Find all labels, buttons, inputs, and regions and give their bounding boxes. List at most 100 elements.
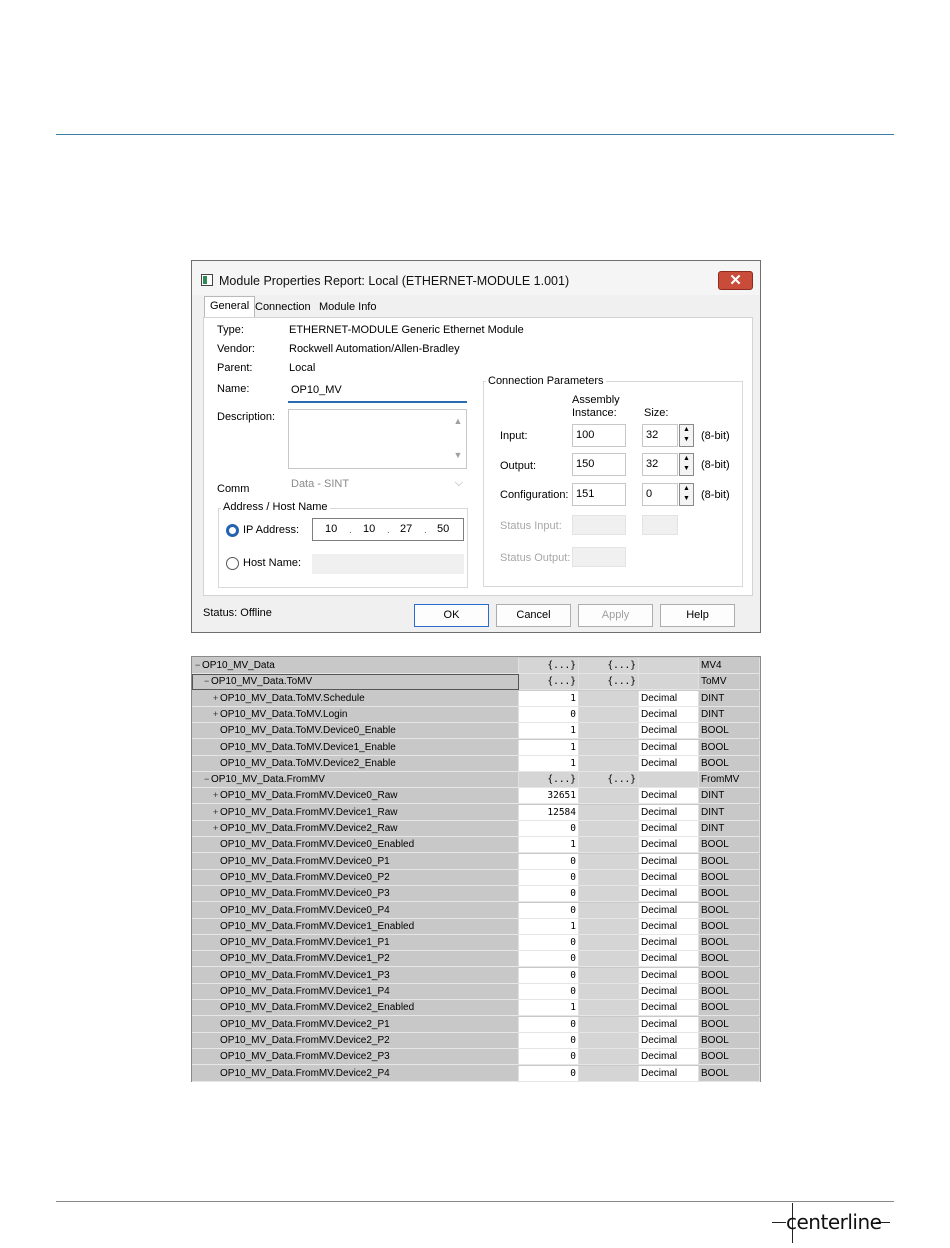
tag-name-cell[interactable]: − OP10_MV_Data.ToMV [192,674,519,691]
tag-style-cell[interactable]: Decimal [639,821,699,837]
ip-octet-1[interactable]: 10 [325,523,337,535]
tag-force-cell[interactable] [579,984,639,1000]
tag-row[interactable]: OP10_MV_Data.FromMV.Device0_P2 0 Decimal BO… [192,869,760,886]
tag-style-cell[interactable]: Decimal [639,1049,699,1066]
tag-value-cell[interactable]: 0 [519,869,579,886]
tag-value-cell[interactable]: {...} [519,674,579,691]
tag-value-cell[interactable]: {...} [519,772,579,789]
tag-force-cell[interactable]: {...} [579,772,639,789]
tag-value-cell[interactable]: 1 [519,755,579,772]
tag-row[interactable]: + OP10_MV_Data.ToMV.Schedule 1 Decimal DINT [192,690,760,707]
tag-row[interactable]: OP10_MV_Data.ToMV.Device2_Enable 1 Decimal… [192,755,760,772]
configuration-instance-field[interactable]: 151 [572,483,626,506]
tag-style-cell[interactable]: Decimal [639,837,699,854]
tag-value-cell[interactable]: 1 [519,739,579,756]
tag-row[interactable]: OP10_MV_Data.FromMV.Device2_P1 0 Decimal BO… [192,1016,760,1033]
tag-value-cell[interactable]: 0 [519,984,579,1000]
tag-value-cell[interactable]: 1 [519,918,579,935]
tag-style-cell[interactable]: Decimal [639,723,699,740]
tag-value-cell[interactable]: 0 [519,935,579,952]
tag-force-cell[interactable]: {...} [579,674,639,691]
tag-name-cell[interactable]: OP10_MV_Data.ToMV.Device2_Enable [192,755,519,772]
collapse-icon[interactable]: − [204,674,211,689]
tab-general[interactable]: General [204,296,256,318]
collapse-icon[interactable]: − [195,658,202,673]
ip-octet-2[interactable]: 10 [363,523,375,535]
tag-force-cell[interactable] [579,739,639,756]
tag-force-cell[interactable] [579,1016,639,1033]
tag-name-cell[interactable]: OP10_MV_Data.FromMV.Device0_P2 [192,869,519,886]
tag-force-cell[interactable] [579,902,639,919]
comm-format-select[interactable]: Data - SINT ⌵ [288,476,467,494]
tag-value-cell[interactable]: 0 [519,967,579,984]
tag-row[interactable]: OP10_MV_Data.FromMV.Device0_P3 0 Decimal BO… [192,886,760,903]
input-size-spinner[interactable]: ▲ ▼ [679,424,694,447]
tag-value-cell[interactable]: 0 [519,902,579,919]
tag-value-cell[interactable]: 1 [519,1000,579,1017]
tag-row[interactable]: OP10_MV_Data.FromMV.Device1_Enabled 1 Deci… [192,918,760,935]
tag-value-cell[interactable]: 0 [519,1032,579,1049]
tag-force-cell[interactable] [579,967,639,984]
tag-name-cell[interactable]: + OP10_MV_Data.FromMV.Device1_Raw [192,804,519,821]
expand-icon[interactable]: + [213,691,220,706]
tag-row[interactable]: OP10_MV_Data.FromMV.Device2_P2 0 Decimal BO… [192,1032,760,1049]
help-button[interactable]: Help [660,604,735,627]
host-name-radio[interactable] [226,557,239,570]
input-instance-field[interactable]: 100 [572,424,626,447]
tag-force-cell[interactable] [579,821,639,837]
ip-octet-3[interactable]: 27 [400,523,412,535]
tag-force-cell[interactable] [579,837,639,854]
tag-style-cell[interactable]: Decimal [639,1065,699,1082]
tag-name-cell[interactable]: OP10_MV_Data.FromMV.Device1_Enabled [192,918,519,935]
tag-force-cell[interactable] [579,706,639,723]
ok-button[interactable]: OK [414,604,489,627]
tag-value-cell[interactable]: 12584 [519,804,579,821]
ip-address-field[interactable]: 10 . 10 . 27 . 50 [312,518,464,541]
tag-row[interactable]: OP10_MV_Data.FromMV.Device0_Enabled 1 Deci… [192,837,760,854]
tag-value-cell[interactable]: 0 [519,853,579,870]
tag-style-cell[interactable] [639,772,699,789]
tag-force-cell[interactable] [579,869,639,886]
cancel-button[interactable]: Cancel [496,604,571,627]
tag-style-cell[interactable]: Decimal [639,869,699,886]
tag-name-cell[interactable]: OP10_MV_Data.FromMV.Device2_P4 [192,1065,519,1082]
tag-style-cell[interactable]: Decimal [639,967,699,984]
tag-force-cell[interactable] [579,755,639,772]
close-button[interactable]: ✕ [718,271,753,290]
tag-style-cell[interactable]: Decimal [639,984,699,1000]
tag-style-cell[interactable]: Decimal [639,935,699,952]
name-field[interactable]: OP10_MV [288,381,467,403]
tag-value-cell[interactable]: 0 [519,821,579,837]
tab-module-info[interactable]: Module Info [314,298,381,318]
tag-row[interactable]: OP10_MV_Data.FromMV.Device1_P1 0 Decimal BO… [192,935,760,952]
tag-style-cell[interactable]: Decimal [639,690,699,707]
input-size-field[interactable]: 32 [642,424,678,447]
tag-name-cell[interactable]: + OP10_MV_Data.ToMV.Login [192,706,519,723]
tag-force-cell[interactable] [579,951,639,968]
tag-row[interactable]: OP10_MV_Data.FromMV.Device1_P3 0 Decimal BO… [192,967,760,984]
host-name-field[interactable] [312,554,464,574]
ip-address-radio[interactable] [226,524,239,537]
tag-name-cell[interactable]: OP10_MV_Data.FromMV.Device0_P3 [192,886,519,903]
output-size-spinner[interactable]: ▲ ▼ [679,453,694,476]
tag-style-cell[interactable]: Decimal [639,886,699,903]
tag-name-cell[interactable]: + OP10_MV_Data.FromMV.Device0_Raw [192,788,519,805]
tag-force-cell[interactable] [579,918,639,935]
tag-style-cell[interactable]: Decimal [639,918,699,935]
tag-value-cell[interactable]: 0 [519,1016,579,1033]
expand-icon[interactable]: + [213,788,220,803]
tag-style-cell[interactable]: Decimal [639,739,699,756]
tag-value-cell[interactable]: 0 [519,1065,579,1082]
output-size-field[interactable]: 32 [642,453,678,476]
tag-force-cell[interactable] [579,1065,639,1082]
tag-row[interactable]: OP10_MV_Data.FromMV.Device2_P4 0 Decimal BO… [192,1065,760,1082]
collapse-icon[interactable]: − [204,772,211,787]
apply-button[interactable]: Apply [578,604,653,627]
tab-connection[interactable]: Connection [250,298,316,318]
tag-style-cell[interactable]: Decimal [639,755,699,772]
tag-row[interactable]: OP10_MV_Data.FromMV.Device1_P2 0 Decimal BO… [192,951,760,968]
tag-value-cell[interactable]: 0 [519,886,579,903]
tag-value-cell[interactable]: {...} [519,658,579,674]
tag-row[interactable]: + OP10_MV_Data.FromMV.Device2_Raw 0 Decimal… [192,821,760,837]
tag-value-cell[interactable]: 0 [519,1049,579,1066]
